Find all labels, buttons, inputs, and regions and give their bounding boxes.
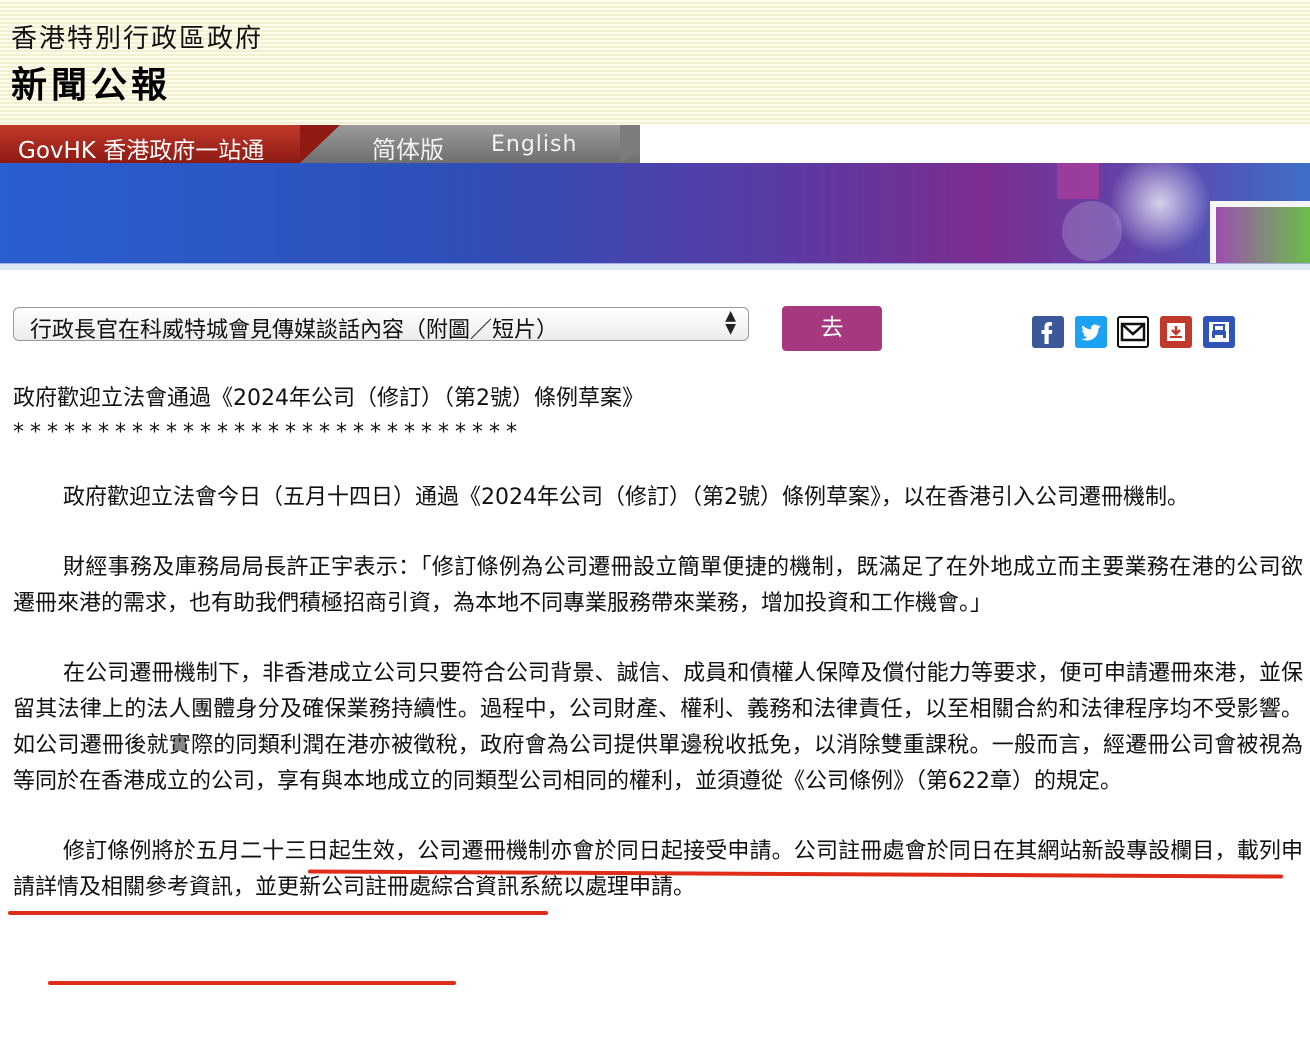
article-content: 政府歡迎立法會通過《2024年公司（修訂）（第2號）條例草案》 ********…: [13, 382, 1303, 906]
government-title: 香港特別行政區政府: [11, 24, 264, 54]
title-separator: ******************************: [13, 420, 523, 445]
paragraph-1: 政府歡迎立法會今日（五月十四日）通過《2024年公司（修訂）（第2號）條例草案》…: [63, 485, 1189, 510]
related-news-select[interactable]: 行政長官在科威特城會見傳媒談話內容（附圖／短片） ▲ ▼: [13, 307, 749, 343]
govhk-label[interactable]: GovHK 香港政府一站通: [18, 131, 264, 165]
lang-english-link[interactable]: English: [491, 132, 577, 157]
facebook-icon[interactable]: [1032, 316, 1064, 348]
banner-glow: [1100, 163, 1220, 263]
go-button[interactable]: 去: [782, 306, 882, 351]
twitter-icon[interactable]: [1075, 316, 1107, 348]
print-icon[interactable]: [1203, 316, 1235, 348]
banner-bottom-line: [0, 263, 1310, 270]
banner-square: [1057, 163, 1099, 199]
top-nav: GovHK 香港政府一站通 简体版 English: [0, 125, 1310, 165]
page-header: 香港特別行政區政府 新聞公報: [0, 0, 1310, 125]
email-icon[interactable]: [1117, 316, 1149, 348]
header-banner: [0, 163, 1310, 263]
highlight-underline: [48, 981, 456, 985]
press-release-title: 新聞公報: [11, 65, 172, 106]
govhk-link[interactable]: GovHK 香港政府一站通: [0, 125, 300, 165]
select-value: 行政長官在科威特城會見傳媒談話內容（附圖／短片）: [30, 318, 559, 343]
article-title: 政府歡迎立法會通過《2024年公司（修訂）（第2號）條例草案》: [13, 386, 644, 411]
save-icon[interactable]: [1160, 316, 1192, 348]
paragraph-4: 修訂條例將於五月二十三日起生效，公司遷冊機制亦會於同日起接受申請。公司註冊處會於…: [13, 839, 1303, 900]
select-updown-icon: ▲ ▼: [725, 308, 736, 337]
lang-simplified-link[interactable]: 简体版: [372, 130, 444, 165]
govhk-tab-edge: [300, 125, 340, 163]
article-toolbar: 行政長官在科威特城會見傳媒談話內容（附圖／短片） ▲ ▼ 去: [0, 270, 1310, 362]
paragraph-2: 財經事務及庫務局局長許正宇表示：「修訂條例為公司遷冊設立簡單便捷的機制，既滿足了…: [13, 555, 1303, 616]
nav-spacer: [640, 125, 1310, 163]
paragraph-3: 在公司遷冊機制下，非香港成立公司只要符合公司背景、誠信、成員和債權人保障及償付能…: [13, 661, 1303, 794]
highlight-underline: [8, 911, 548, 915]
banner-frame: [1210, 201, 1310, 263]
